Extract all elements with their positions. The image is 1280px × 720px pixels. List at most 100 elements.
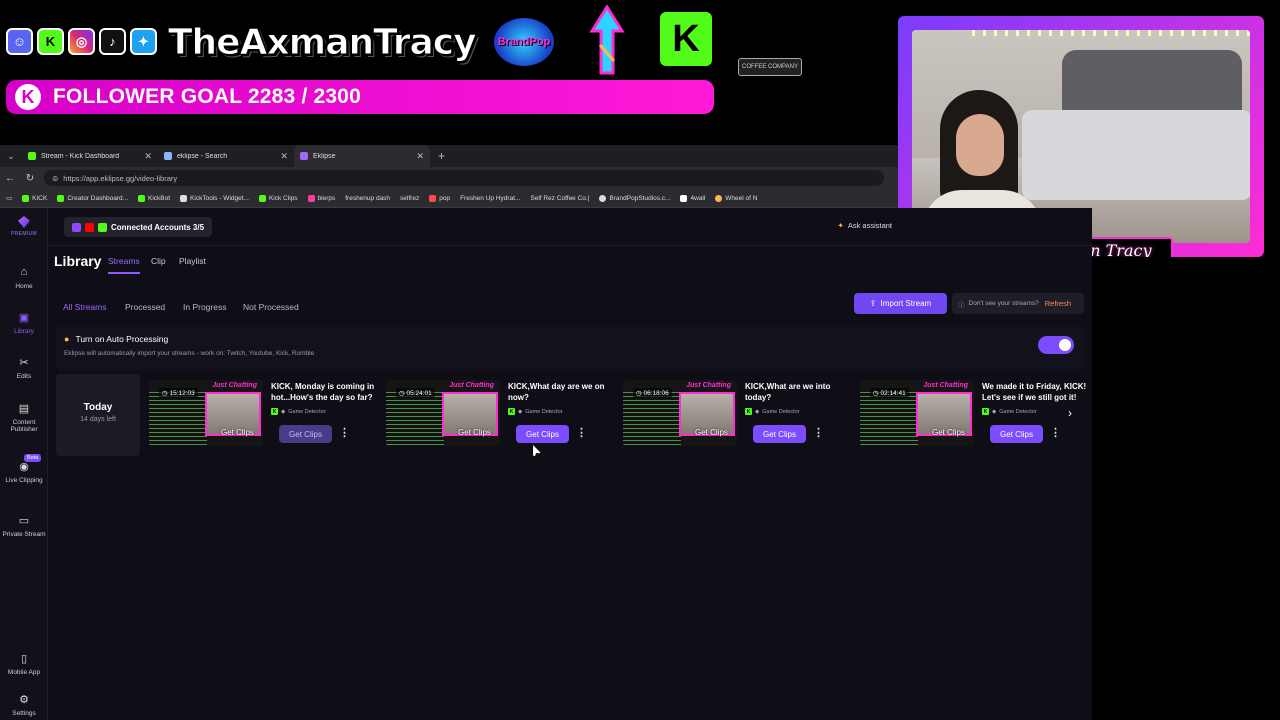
tab-clip[interactable]: Clip	[151, 256, 166, 266]
get-clips-button[interactable]: Get Clips	[753, 425, 806, 443]
close-icon[interactable]: ✕	[416, 151, 424, 162]
toggle-knob	[1059, 339, 1071, 351]
calendar-icon: ▤	[18, 403, 30, 415]
close-icon[interactable]: ✕	[280, 151, 288, 162]
category-label: Just Chatting	[449, 382, 494, 389]
chevron-right-icon[interactable]: ›	[1068, 406, 1072, 420]
sidebar-item-home[interactable]: ⌂ Home	[0, 266, 48, 290]
discord-icon: ☺	[6, 28, 33, 55]
more-options-icon[interactable]: ⋮	[813, 426, 824, 439]
kick-icon: K	[271, 408, 278, 415]
more-options-icon[interactable]: ⋮	[1050, 426, 1061, 439]
follower-goal-text: FOLLOWER GOAL 2283 / 2300	[53, 85, 362, 108]
kick-icon: K	[982, 408, 989, 415]
get-clips-button[interactable]: Get Clips	[516, 425, 569, 443]
video-icon: ▭	[18, 515, 30, 527]
bookmark-item[interactable]: KICK	[22, 194, 47, 202]
bookmark-item[interactable]: blerps	[307, 194, 335, 202]
stream-overlay-header: ☺ K ◎ ♪ ✦ TheAxmanTracy BrandPop K COFFE…	[0, 0, 900, 145]
tab-list-chevron-icon[interactable]: ⌄	[0, 151, 22, 162]
brandpop-logo: BrandPop	[494, 18, 554, 66]
stream-title: KICK,What are we into today?	[745, 382, 831, 402]
youtube-icon	[85, 222, 94, 232]
stream-meta: K ◆ Game Detector	[982, 408, 1037, 415]
filter-all-streams[interactable]: All Streams	[63, 299, 106, 315]
duration-badge: ◷ 15:12:03	[159, 388, 198, 398]
tab-playlist[interactable]: Playlist	[179, 256, 206, 266]
browser-tab-eklipse[interactable]: Eklipse ✕	[294, 145, 430, 167]
gamepad-icon: ◆	[992, 408, 997, 415]
twitter-icon: ✦	[130, 28, 157, 55]
clock-icon: ◷	[873, 390, 879, 397]
browser-tab-search[interactable]: eklipse - Search ✕	[158, 145, 294, 167]
sidebar-item-edits[interactable]: ✂ Edits	[0, 356, 48, 380]
auto-processing-toggle[interactable]	[1038, 336, 1074, 354]
bookmark-item[interactable]: Self Rez Coffee Co.|	[530, 195, 589, 202]
site-info-icon[interactable]: ⊜	[52, 174, 58, 183]
ask-assistant-button[interactable]: ✦ Ask assistant	[838, 221, 892, 230]
bookmarks-menu-icon[interactable]: ▭	[6, 194, 12, 202]
bookmark-item[interactable]: pop	[429, 194, 450, 202]
bookmark-item[interactable]: 4wall	[680, 194, 705, 202]
gamepad-icon: ◆	[755, 408, 760, 415]
sidebar-item-mobile-app[interactable]: ▯ Mobile App	[0, 652, 48, 676]
stream-thumbnail[interactable]: Just Chatting ◷ 15:12:03 Get Clips	[149, 380, 263, 446]
import-icon: ⇪	[869, 299, 877, 308]
reload-icon[interactable]: ↻	[20, 173, 40, 184]
stream-card[interactable]: Just Chatting ◷ 05:24:01 Get Clips KICK,…	[386, 380, 618, 452]
stream-card[interactable]: Just Chatting ◷ 06:18:06 Get Clips KICK,…	[623, 380, 855, 452]
eklipse-logo[interactable]: PREMIUM	[6, 216, 42, 237]
kick-logo: K	[660, 12, 712, 66]
eklipse-favicon-icon	[300, 152, 308, 160]
stream-thumbnail[interactable]: Just Chatting ◷ 06:18:06 Get Clips	[623, 380, 737, 446]
back-arrow-icon[interactable]: ←	[0, 173, 20, 184]
new-tab-icon[interactable]: +	[438, 149, 445, 163]
bookmark-item[interactable]: Kick Clips	[258, 194, 298, 202]
stream-thumbnail[interactable]: Just Chatting ◷ 02:14:41 Get Clips	[860, 380, 974, 446]
tab-title: eklipse - Search	[177, 152, 228, 160]
bookmark-item[interactable]: Creator Dashboard...	[57, 194, 128, 202]
tab-streams[interactable]: Streams	[108, 256, 140, 274]
browser-tab-kick-dashboard[interactable]: Stream - Kick Dashboard ✕	[22, 145, 158, 167]
stream-meta: K ◆ Game Detector	[508, 408, 563, 415]
stream-thumbnail[interactable]: Just Chatting ◷ 05:24:01 Get Clips	[386, 380, 500, 446]
stream-card[interactable]: Just Chatting ◷ 02:14:41 Get Clips We ma…	[860, 380, 1092, 452]
gamepad-icon: ◆	[281, 408, 286, 415]
sidebar-item-private-stream[interactable]: ▭ Private Stream	[0, 514, 48, 538]
info-icon: ⓘ	[958, 301, 965, 309]
kick-favicon-icon	[28, 152, 36, 160]
filter-not-processed[interactable]: Not Processed	[243, 299, 299, 315]
sidebar-item-settings[interactable]: ⚙ Settings	[0, 693, 48, 717]
bookmark-item[interactable]: Freshen Up Hydrat...	[460, 195, 520, 202]
close-icon[interactable]: ✕	[144, 151, 152, 162]
bookmark-item[interactable]: selfrez	[400, 195, 419, 202]
sidebar-item-content-publisher[interactable]: ▤ Content Publisher	[0, 402, 48, 434]
filter-in-progress[interactable]: In Progress	[183, 299, 226, 315]
connected-accounts-button[interactable]: Connected Accounts 3/5	[64, 217, 213, 237]
bookmark-item[interactable]: KickTools - Widget...	[180, 194, 249, 202]
bookmark-item[interactable]: BrandPopStudios.c...	[599, 194, 670, 202]
instagram-icon: ◎	[68, 28, 95, 55]
stream-title: KICK, Monday is coming in hot...How's th…	[271, 382, 375, 402]
refresh-link[interactable]: Refresh	[1045, 299, 1071, 308]
auto-processing-panel: ● Turn on Auto Processing Eklipse will a…	[56, 326, 1084, 370]
import-stream-button[interactable]: ⇪ Import Stream	[854, 293, 947, 314]
filter-processed[interactable]: Processed	[125, 299, 165, 315]
more-options-icon[interactable]: ⋮	[339, 426, 350, 439]
thumbnail-overlay-text: Get Clips	[458, 428, 491, 437]
sidebar-item-library[interactable]: ▣ Library	[0, 311, 48, 335]
stream-card[interactable]: Just Chatting ◷ 15:12:03 Get Clips KICK,…	[149, 380, 381, 452]
channel-name: TheAxmanTracy	[168, 22, 478, 64]
bookmark-item[interactable]: KickBot	[138, 194, 170, 202]
lightbulb-icon: ●	[64, 334, 70, 344]
get-clips-button[interactable]: Get Clips	[279, 425, 332, 443]
bookmark-item[interactable]: Wheel of N	[715, 194, 757, 202]
auto-processing-title: Turn on Auto Processing	[75, 334, 169, 344]
more-options-icon[interactable]: ⋮	[576, 426, 587, 439]
url-field[interactable]: ⊜ https://app.eklipse.gg/video-library	[44, 170, 884, 186]
get-clips-button[interactable]: Get Clips	[990, 425, 1043, 443]
bookmark-item[interactable]: freshenup dash	[345, 195, 390, 202]
sidebar-item-live-clipping[interactable]: ◉ Beta Live Clipping	[0, 454, 48, 484]
empty-overlay-area	[1092, 257, 1280, 720]
thumbnail-overlay-text: Get Clips	[221, 428, 254, 437]
